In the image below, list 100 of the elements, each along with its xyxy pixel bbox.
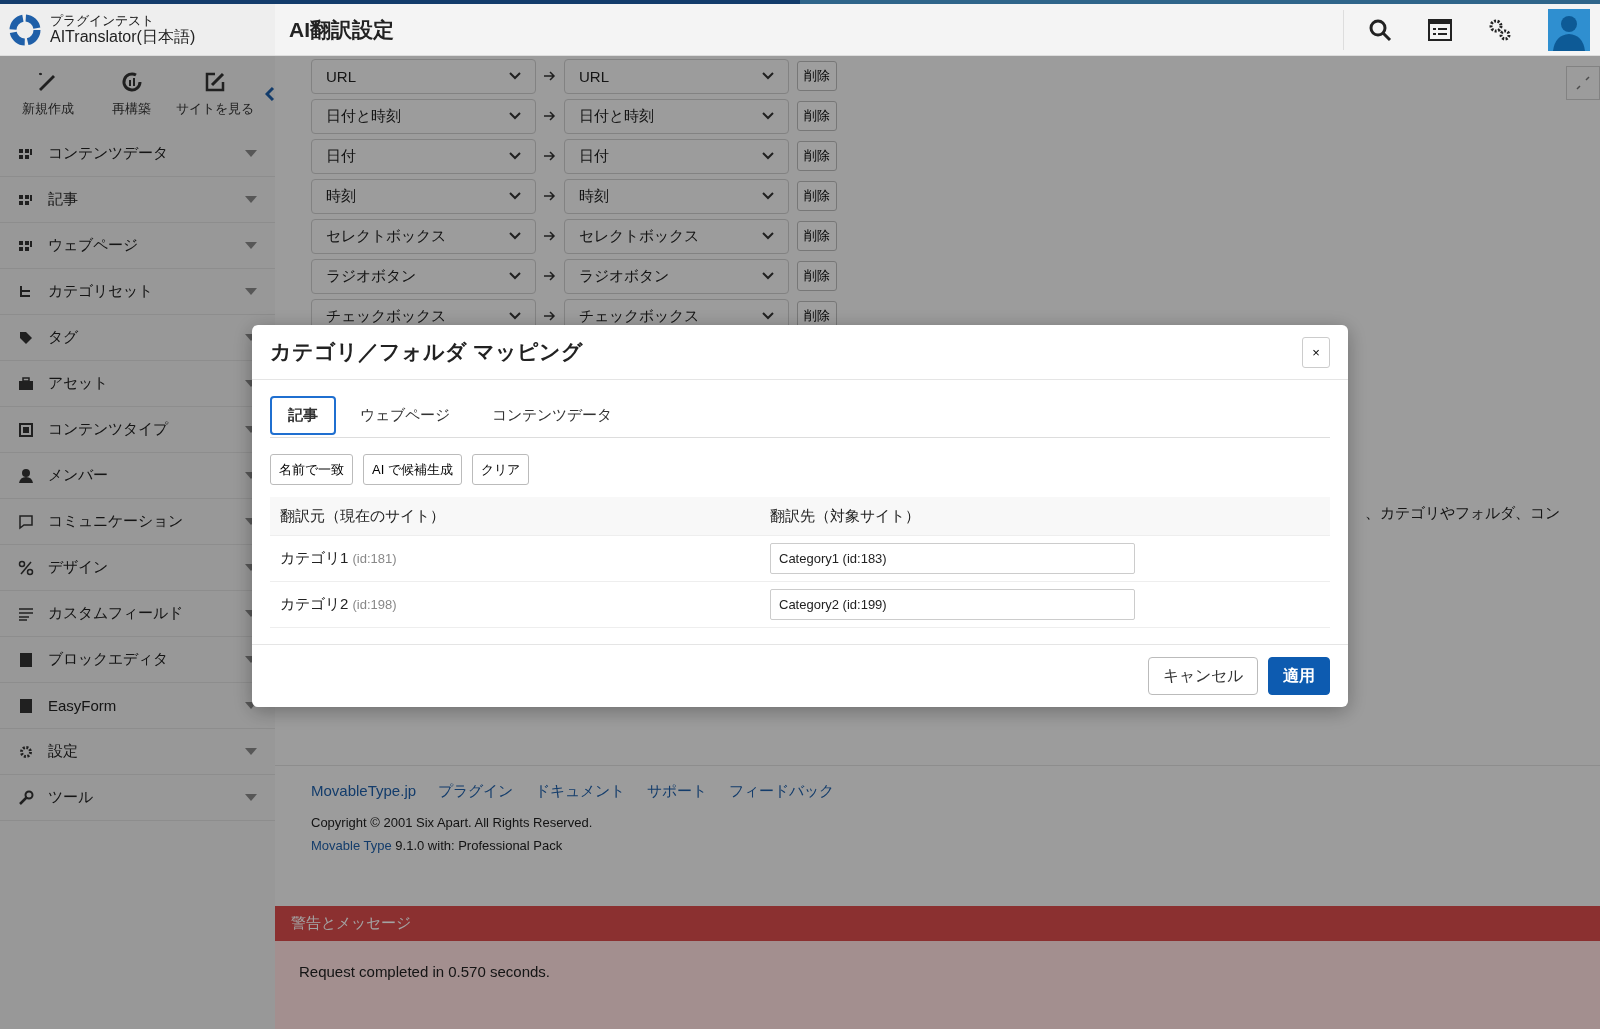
- caret-icon: [245, 150, 257, 157]
- square-icon: [18, 421, 34, 438]
- footer-link[interactable]: MovableType.jp: [311, 782, 417, 801]
- product-link[interactable]: Movable Type: [311, 838, 392, 853]
- footer-link[interactable]: プラグイン: [438, 782, 514, 801]
- caret-icon: [245, 794, 257, 801]
- site-type: プラグインテスト: [50, 13, 155, 28]
- caret-icon: [245, 196, 257, 203]
- delete-button[interactable]: 削除: [797, 181, 837, 211]
- chevron-icon: [509, 112, 521, 120]
- gear-icon: [18, 743, 34, 760]
- chevron-icon: [762, 112, 774, 120]
- site-name[interactable]: AITranslator(日本語): [50, 27, 196, 46]
- footer-link[interactable]: ドキュメント: [535, 782, 626, 801]
- field-select[interactable]: 日付: [311, 138, 536, 174]
- field-select[interactable]: 日付と時刻: [311, 98, 536, 134]
- field-select[interactable]: 時刻: [564, 178, 789, 214]
- arrow-icon: [544, 271, 556, 281]
- page-title: AI翻訳設定: [289, 16, 395, 43]
- delete-button[interactable]: 削除: [797, 101, 837, 131]
- sidebar-item[interactable]: カテゴリセット: [0, 269, 275, 315]
- message-header: 警告とメッセージ: [275, 906, 1600, 941]
- chevron-icon: [762, 152, 774, 160]
- delete-button[interactable]: 削除: [797, 61, 837, 91]
- arrow-icon: [544, 191, 556, 201]
- chevron-icon: [509, 152, 521, 160]
- arrow-icon: [544, 311, 556, 321]
- tab[interactable]: 記事: [270, 396, 336, 435]
- column-header: 翻訳元（現在のサイト）: [280, 506, 446, 526]
- lines-icon: [18, 605, 34, 622]
- person-icon: [18, 467, 34, 484]
- field-select[interactable]: セレクトボックス: [311, 218, 536, 254]
- input-field[interactable]: Category1 (id:183): [770, 543, 1135, 574]
- field-select[interactable]: 時刻: [311, 178, 536, 214]
- field-select[interactable]: URL: [564, 58, 789, 94]
- toolbar-button[interactable]: 新規作成: [6, 69, 90, 118]
- table-cell-text: カテゴリ2 (id:198): [280, 595, 398, 614]
- chevron-icon: [762, 192, 774, 200]
- tab[interactable]: コンテンツデータ: [474, 396, 630, 435]
- refresh-icon: [119, 69, 144, 94]
- delete-button[interactable]: 削除: [797, 141, 837, 171]
- tag-icon: [18, 329, 34, 346]
- chevron-icon: [509, 272, 521, 280]
- chevron-icon: [509, 232, 521, 240]
- sidebar-item[interactable]: 設定: [0, 729, 275, 775]
- search-icon[interactable]: [1368, 17, 1392, 42]
- chevron-icon: [509, 192, 521, 200]
- message-text: Request completed in 0.570 seconds.: [299, 963, 551, 980]
- field-select[interactable]: ラジオボタン: [311, 258, 536, 294]
- case-icon: [18, 375, 34, 392]
- field-select[interactable]: 日付: [564, 138, 789, 174]
- logo-icon: [8, 12, 42, 47]
- chevron-icon: [509, 72, 521, 80]
- table-cell-text: カテゴリ1 (id:181): [280, 549, 398, 568]
- action-button[interactable]: クリア: [471, 454, 529, 485]
- field-select[interactable]: ラジオボタン: [564, 258, 789, 294]
- close-button[interactable]: ×: [1302, 336, 1330, 368]
- arrow-icon: [544, 151, 556, 161]
- tab[interactable]: ウェブページ: [342, 396, 468, 435]
- sidebar-item[interactable]: 記事: [0, 177, 275, 223]
- sidebar-item[interactable]: ウェブページ: [0, 223, 275, 269]
- caret-icon: [245, 242, 257, 249]
- sidebar-item[interactable]: ツール: [0, 775, 275, 821]
- collapse-icon[interactable]: [265, 86, 275, 101]
- chevron-icon: [762, 72, 774, 80]
- toolbar-button[interactable]: 再構築: [89, 69, 174, 118]
- arrow-icon: [544, 71, 556, 81]
- copyright-text: Copyright © 2001 Six Apart. All Rights Reserved.: [311, 815, 594, 830]
- action-button[interactable]: 名前で一致: [270, 454, 353, 485]
- delete-button[interactable]: 削除: [797, 221, 837, 251]
- caret-icon: [245, 288, 257, 295]
- action-button[interactable]: AI で候補生成: [363, 454, 462, 485]
- block-icon: [18, 651, 34, 668]
- cancel-button[interactable]: キャンセル: [1148, 657, 1258, 695]
- caret-icon: [245, 748, 257, 755]
- chevron-icon: [762, 232, 774, 240]
- chevron-icon: [762, 272, 774, 280]
- input-field[interactable]: Category2 (id:199): [770, 589, 1135, 620]
- chat-icon: [18, 513, 34, 530]
- column-header: 翻訳先（対象サイト）: [770, 506, 921, 526]
- field-select[interactable]: セレクトボックス: [564, 218, 789, 254]
- version-text: 9.1.0 with: Professional Pack: [395, 838, 563, 853]
- percent-icon: [18, 559, 34, 576]
- user-avatar-icon[interactable]: [1548, 8, 1590, 51]
- list-window-icon[interactable]: [1428, 18, 1452, 41]
- settings-icon[interactable]: [1488, 17, 1512, 42]
- toolbar-button[interactable]: サイトを見る: [173, 69, 257, 118]
- footer-link[interactable]: フィードバック: [729, 782, 835, 801]
- field-select[interactable]: 日付と時刻: [564, 98, 789, 134]
- block-icon: [18, 697, 34, 714]
- field-select[interactable]: URL: [311, 58, 536, 94]
- delete-button[interactable]: 削除: [797, 261, 837, 291]
- arrow-icon: [544, 111, 556, 121]
- arrow-icon: [544, 231, 556, 241]
- sidebar-item[interactable]: コンテンツデータ: [0, 131, 275, 177]
- footer-link[interactable]: サポート: [647, 782, 708, 801]
- chevron-icon: [509, 312, 521, 320]
- apply-button[interactable]: 適用: [1268, 657, 1330, 695]
- description-text: 、カテゴリやフォルダ、コン: [1365, 504, 1560, 523]
- chevron-icon: [762, 312, 774, 320]
